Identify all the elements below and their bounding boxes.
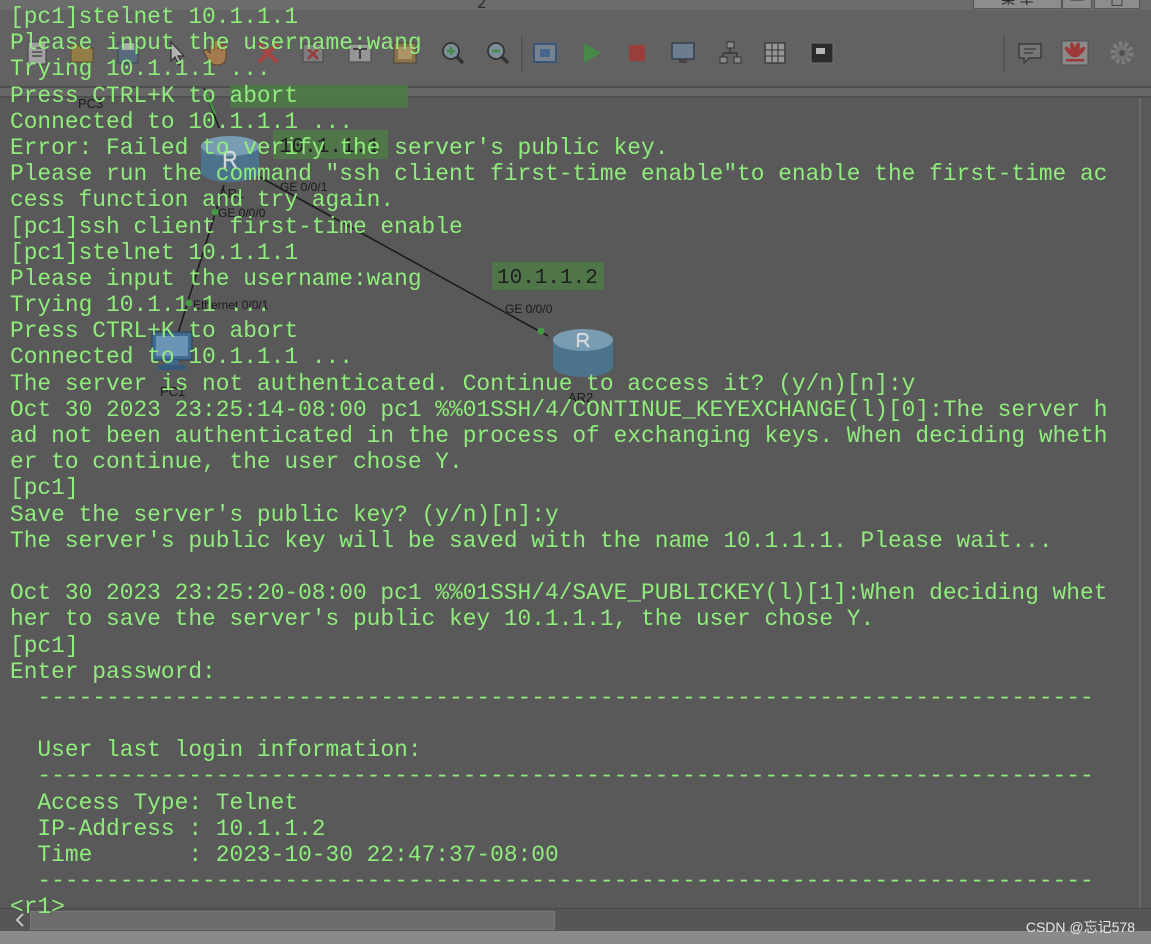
window-bottom-edge [0,931,1151,944]
terminal-line: ----------------------------------------… [10,763,1094,790]
terminal-line: cess function and try again. [10,187,395,214]
terminal-line: her to save the server's public key 10.1… [10,606,875,633]
terminal-line: ----------------------------------------… [10,684,1094,711]
terminal-line: Connected to 10.1.1.1 ... [10,108,353,135]
terminal-output: [pc1]stelnet 10.1.1.1 Please input the us… [10,4,1107,921]
terminal-line: [pc1]stelnet 10.1.1.1 [10,4,299,30]
terminal-line: Press CTRL+K to abort [10,318,299,345]
terminal-line: <r1> [10,894,65,921]
terminal-line: Oct 30 2023 23:25:14-08:00 pc1 %%01SSH/4… [10,396,1108,423]
terminal-line: Save the server's public key? (y/n)[n]:y [10,501,559,528]
terminal-line: Access Type: Telnet [10,789,299,816]
terminal-line: Enter password: [10,658,216,685]
terminal-line: Please input the username:wang [10,30,422,57]
terminal-line: ----------------------------------------… [10,868,1094,895]
watermark: CSDN @忘记578 [1025,919,1135,935]
terminal-line: Press CTRL+K to abort [10,82,299,109]
terminal-line: Please input the username:wang [10,265,422,292]
cli-terminal[interactable]: [pc1]stelnet 10.1.1.1 Please input the us… [0,0,1151,931]
terminal-line: IP-Address : 10.1.1.2 [10,815,326,842]
terminal-line: The server's public key will be saved wi… [10,527,1053,554]
terminal-line: The server is not authenticated. Continu… [10,370,916,397]
terminal-line: Trying 10.1.1.1 ... [10,56,271,83]
terminal-line: Please run the command "ssh client first… [10,161,1108,188]
terminal-line: [pc1]stelnet 10.1.1.1 [10,239,299,266]
terminal-line: [pc1]ssh client first-time enable [10,213,463,240]
terminal-line: [pc1] [10,632,79,659]
terminal-line: Error: Failed to verify the server's pub… [10,134,669,161]
terminal-line: er to continue, the user chose Y. [10,449,463,476]
terminal-line: ad not been authenticated in the process… [10,423,1108,449]
terminal-line: Trying 10.1.1.1 ... [10,292,271,319]
terminal-line: Oct 30 2023 23:25:20-08:00 pc1 %%01SSH/4… [10,580,1108,607]
terminal-line: [pc1] [10,475,79,502]
terminal-line: User last login information: [10,737,422,764]
terminal-line: Connected to 10.1.1.1 ... [10,344,353,371]
terminal-line: Time : 2023-10-30 22:47:37-08:00 [10,842,559,868]
